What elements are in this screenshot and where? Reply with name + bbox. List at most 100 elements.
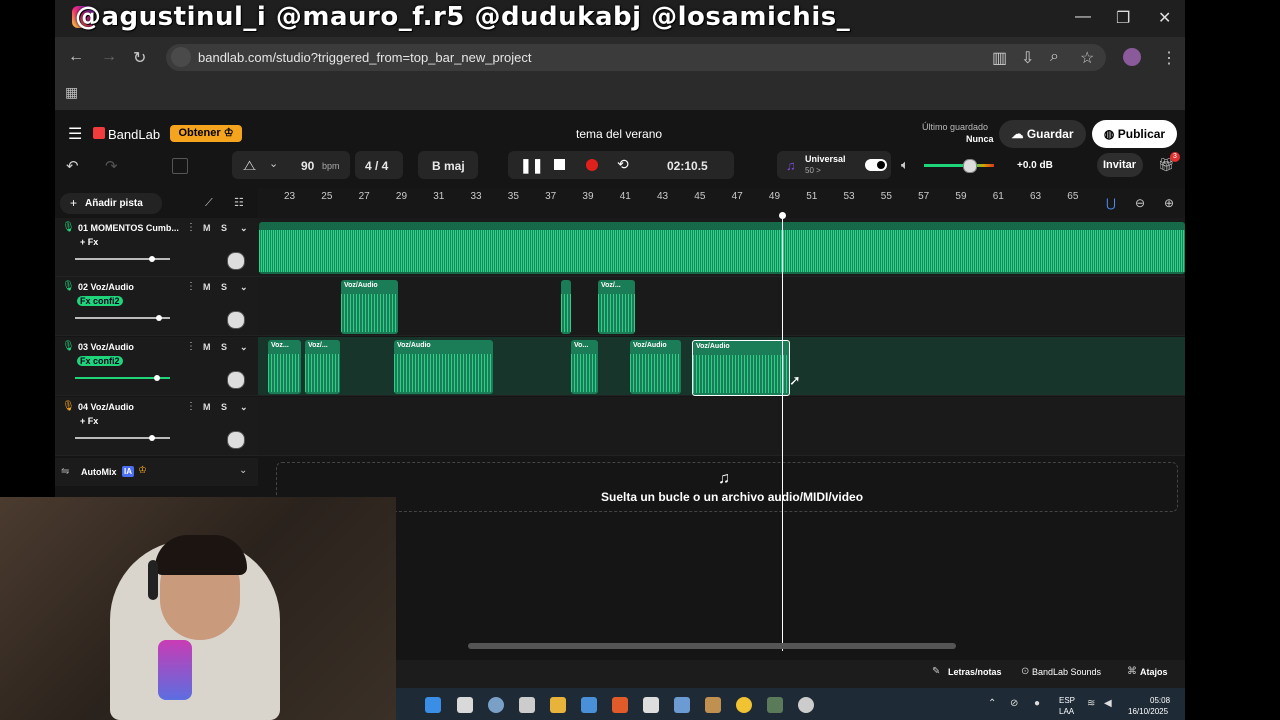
- mic-icon[interactable]: 🎙︎: [62, 281, 75, 292]
- audio-clip[interactable]: Voz...: [268, 340, 301, 394]
- solo-button[interactable]: S: [221, 342, 227, 352]
- hamburger-menu-icon[interactable]: ☰: [68, 124, 82, 144]
- track-volume-slider[interactable]: [75, 256, 170, 262]
- audio-clip[interactable]: Voz/Audio: [630, 340, 681, 394]
- back-arrow-icon[interactable]: ←: [68, 48, 84, 66]
- chevron-down-icon[interactable]: ⌄: [240, 223, 248, 234]
- menu-dots-icon[interactable]: ⋮: [1161, 48, 1177, 68]
- pan-knob[interactable]: [227, 311, 245, 329]
- key-selector[interactable]: B maj: [432, 159, 465, 173]
- track-header-4[interactable]: 🎙︎ 04 Voz/Audio ⋮ M S ⌄ + Fx: [55, 397, 258, 456]
- chevron-down-icon[interactable]: ⌄: [240, 342, 248, 353]
- store-icon[interactable]: [457, 697, 473, 713]
- track-lane-1[interactable]: [258, 218, 1185, 277]
- forward-arrow-icon[interactable]: →: [101, 48, 117, 66]
- audio-clip[interactable]: Voz/...: [305, 340, 340, 394]
- fx-button[interactable]: + Fx: [77, 416, 101, 426]
- app-icon[interactable]: [767, 697, 783, 713]
- track-volume-slider[interactable]: [75, 315, 170, 321]
- close-window-button[interactable]: ✕: [1158, 8, 1171, 28]
- volume-knob[interactable]: [153, 375, 160, 381]
- reader-icon[interactable]: ▥: [992, 48, 1007, 68]
- get-membership-button[interactable]: Obtener ♔: [170, 125, 242, 142]
- tracks-settings-icon[interactable]: ☷: [234, 196, 244, 209]
- pan-knob[interactable]: [227, 252, 245, 270]
- clock[interactable]: 05:08: [1150, 696, 1170, 705]
- mic-icon[interactable]: 🎙︎: [62, 222, 75, 233]
- speaker-icon[interactable]: 🔈︎: [901, 157, 909, 173]
- master-volume-knob[interactable]: [963, 159, 977, 173]
- solo-button[interactable]: S: [221, 402, 227, 412]
- undo-icon[interactable]: ↶: [66, 157, 79, 175]
- track-lane-2[interactable]: Voz/Audio Voz/...: [258, 277, 1185, 336]
- track-lane-4[interactable]: [258, 397, 1185, 456]
- steam-icon[interactable]: [674, 697, 690, 713]
- track-name[interactable]: 03 Voz/Audio: [78, 342, 134, 352]
- volume-knob[interactable]: [149, 256, 156, 262]
- mute-button[interactable]: M: [203, 342, 211, 352]
- shortcuts-button[interactable]: Atajos: [1140, 667, 1168, 677]
- fx-button[interactable]: Fx confi2: [77, 356, 123, 366]
- restore-button[interactable]: ❐: [1116, 8, 1130, 28]
- fx-button[interactable]: Fx confi2: [77, 296, 123, 306]
- url-text[interactable]: bandlab.com/studio?triggered_from=top_ba…: [198, 50, 532, 65]
- bandlab-sounds-button[interactable]: BandLab Sounds: [1032, 667, 1101, 677]
- window-icon[interactable]: [172, 158, 188, 174]
- pan-knob[interactable]: [227, 371, 245, 389]
- app-icon[interactable]: [705, 697, 721, 713]
- audio-clip[interactable]: [561, 280, 571, 334]
- chevron-down-icon[interactable]: ⌄: [269, 157, 278, 170]
- volume-knob[interactable]: [149, 435, 156, 441]
- solo-button[interactable]: S: [221, 223, 227, 233]
- solo-button[interactable]: S: [221, 282, 227, 292]
- obs-icon[interactable]: [798, 697, 814, 713]
- volume-icon[interactable]: ◀: [1104, 698, 1112, 709]
- track-header-3[interactable]: 🎙︎ 03 Voz/Audio ⋮ M S ⌄ Fx confi2: [55, 337, 258, 396]
- lyrics-button[interactable]: Letras/notas: [948, 667, 1002, 677]
- chevron-up-icon[interactable]: ⌃: [988, 698, 996, 709]
- publish-button[interactable]: ◍ Publicar: [1092, 120, 1177, 148]
- settings-icon[interactable]: [488, 697, 504, 713]
- pan-knob[interactable]: [227, 431, 245, 449]
- horizontal-scrollbar[interactable]: [468, 643, 956, 649]
- network-off-icon[interactable]: ⊘: [1010, 698, 1018, 709]
- save-button[interactable]: ☁ Guardar: [999, 120, 1086, 148]
- track-header-2[interactable]: 🎙︎ 02 Voz/Audio ⋮ M S ⌄ Fx confi2: [55, 277, 258, 336]
- track-volume-slider[interactable]: [75, 435, 170, 441]
- time-signature[interactable]: 4 / 4: [365, 159, 388, 173]
- more-icon[interactable]: ⋮: [186, 281, 196, 292]
- audio-clip[interactable]: Vo...: [571, 340, 598, 394]
- mute-button[interactable]: M: [203, 282, 211, 292]
- fx-button[interactable]: + Fx: [77, 237, 101, 247]
- app-icon[interactable]: [581, 697, 597, 713]
- folder-icon[interactable]: [550, 697, 566, 713]
- redo-icon[interactable]: ↷: [105, 157, 118, 175]
- audio-clip[interactable]: Voz/Audio: [341, 280, 398, 334]
- loop-icon[interactable]: ⟲: [617, 156, 629, 173]
- mic-icon[interactable]: ●: [1034, 698, 1040, 709]
- volume-knob[interactable]: [155, 315, 162, 321]
- record-button[interactable]: [586, 159, 598, 171]
- wifi-icon[interactable]: ≋: [1087, 698, 1095, 709]
- bookmark-star-icon[interactable]: ☆: [1080, 48, 1094, 68]
- minimize-button[interactable]: —: [1075, 8, 1091, 26]
- audio-clip[interactable]: Voz/Audio: [394, 340, 493, 394]
- app-icon[interactable]: [643, 697, 659, 713]
- track-lane-3[interactable]: Voz... Voz/... Voz/Audio Vo... Voz/Audio…: [258, 337, 1185, 396]
- brave-icon[interactable]: [612, 697, 628, 713]
- lang-indicator[interactable]: ESP: [1059, 696, 1075, 705]
- mic-icon[interactable]: 🎙︎: [62, 341, 75, 352]
- playhead[interactable]: [782, 213, 783, 651]
- track-volume-slider[interactable]: [75, 375, 170, 381]
- audio-clip[interactable]: [259, 222, 1185, 274]
- preset-sub[interactable]: 50 >: [805, 166, 821, 175]
- mic-icon[interactable]: 🎙︎: [62, 401, 75, 412]
- master-volume-slider[interactable]: [924, 164, 994, 167]
- mute-button[interactable]: M: [203, 402, 211, 412]
- date[interactable]: 16/10/2025: [1128, 707, 1168, 716]
- site-info-icon[interactable]: [171, 47, 191, 67]
- install-icon[interactable]: ⇩: [1021, 48, 1034, 68]
- zoom-icon[interactable]: ⌕: [1050, 48, 1059, 66]
- more-icon[interactable]: ⋮: [186, 401, 196, 412]
- stop-button[interactable]: [554, 159, 565, 170]
